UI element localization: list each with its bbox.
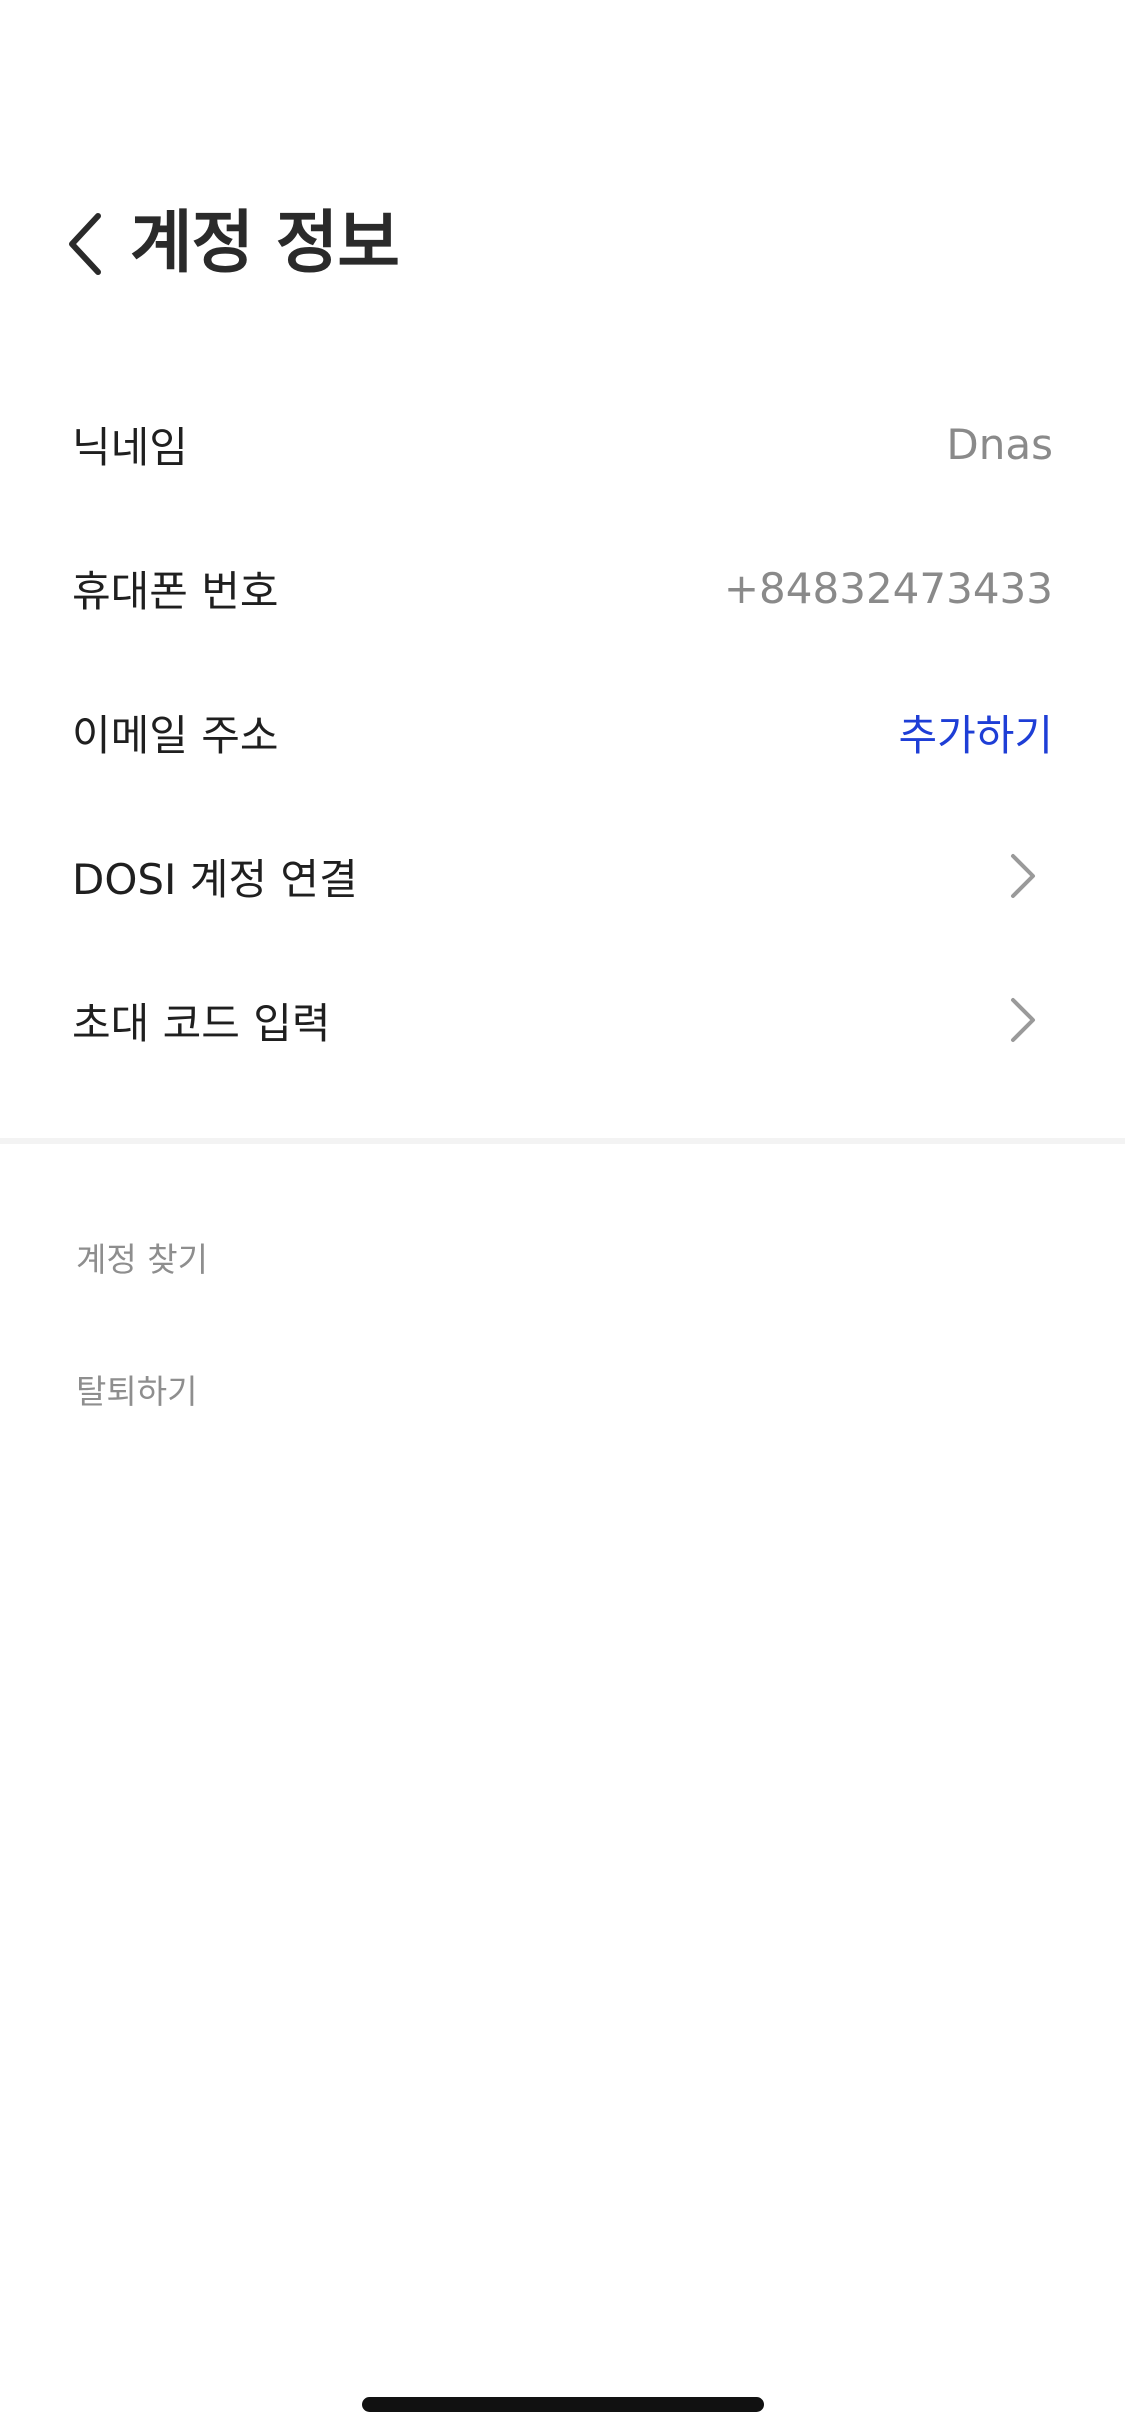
find-account-link[interactable]: 계정 찾기 bbox=[76, 1220, 208, 1352]
phone-value: +84832473433 bbox=[723, 563, 1053, 613]
dosi-link-row[interactable]: DOSI 계정 연결 bbox=[0, 804, 1125, 948]
account-info-list: 닉네임 Dnas 휴대폰 번호 +84832473433 이메일 주소 추가하기… bbox=[0, 372, 1125, 1092]
add-email-button[interactable]: 추가하기 bbox=[898, 702, 1053, 763]
phone-label: 휴대폰 번호 bbox=[72, 566, 279, 616]
back-button[interactable] bbox=[56, 204, 116, 284]
nickname-row[interactable]: 닉네임 Dnas bbox=[0, 372, 1125, 516]
invite-code-row[interactable]: 초대 코드 입력 bbox=[0, 948, 1125, 1092]
chevron-left-icon bbox=[69, 213, 101, 275]
email-label: 이메일 주소 bbox=[72, 710, 279, 760]
chevron-right-icon bbox=[1003, 846, 1043, 906]
withdraw-link[interactable]: 탈퇴하기 bbox=[76, 1352, 208, 1484]
chevron-right-icon bbox=[1003, 990, 1043, 1050]
phone-row[interactable]: 휴대폰 번호 +84832473433 bbox=[0, 516, 1125, 660]
nickname-value: Dnas bbox=[946, 419, 1053, 469]
nickname-label: 닉네임 bbox=[72, 422, 188, 472]
header: 계정 정보 bbox=[0, 190, 1125, 300]
footer-links: 계정 찾기 탈퇴하기 bbox=[76, 1220, 208, 1484]
page-title: 계정 정보 bbox=[130, 204, 400, 283]
invite-code-label: 초대 코드 입력 bbox=[72, 998, 331, 1048]
email-row[interactable]: 이메일 주소 추가하기 bbox=[0, 660, 1125, 804]
dosi-link-label: DOSI 계정 연결 bbox=[72, 854, 358, 904]
section-divider bbox=[0, 1138, 1125, 1144]
home-indicator[interactable] bbox=[362, 2397, 764, 2412]
